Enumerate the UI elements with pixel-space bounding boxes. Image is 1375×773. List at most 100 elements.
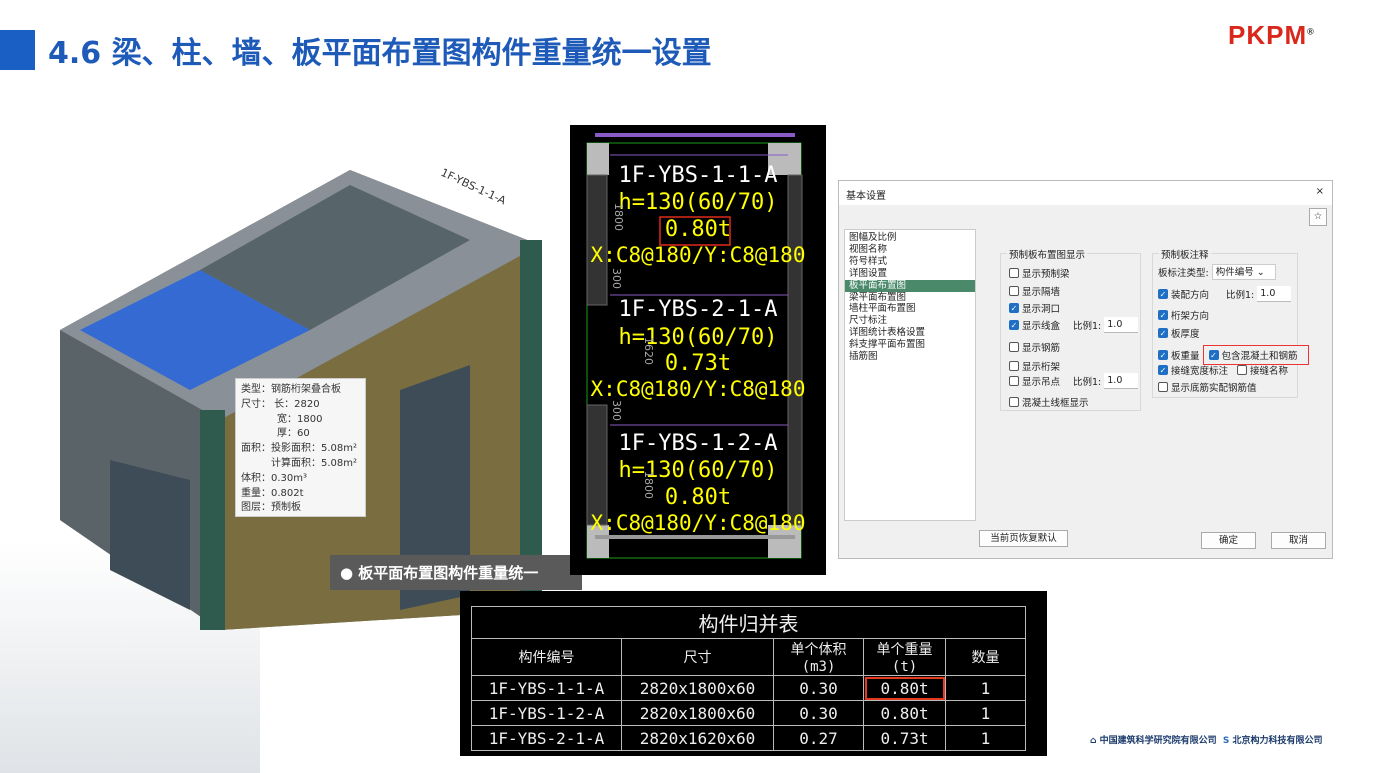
- close-icon[interactable]: ×: [1316, 186, 1324, 197]
- checkbox[interactable]: [1009, 376, 1019, 386]
- checkbox[interactable]: [1009, 397, 1019, 407]
- tooltip-layer: 图层：预制板: [241, 502, 301, 514]
- checkbox-label: 显示桁架: [1022, 362, 1061, 373]
- logo-mark: ®: [1307, 26, 1315, 37]
- annotation-type-select[interactable]: 构件编号 ⌄: [1211, 264, 1276, 280]
- cell-weight: 0.73t: [863, 725, 946, 751]
- checkbox-checked[interactable]: ✓: [1158, 310, 1168, 320]
- cell-volume: 0.27: [772, 725, 865, 751]
- star-button[interactable]: ☆: [1309, 208, 1327, 226]
- org-name: 北京构力科技有限公司: [1232, 736, 1323, 746]
- panel-rebar: X:C8@180/Y:C8@180: [590, 377, 806, 401]
- checkbox-checked[interactable]: ✓: [1158, 365, 1168, 375]
- checkbox-checked[interactable]: ✓: [1009, 303, 1019, 313]
- column-header: 构件编号: [471, 638, 622, 676]
- nav-item[interactable]: 斜支撑平面布置图: [845, 339, 975, 351]
- pkpm-s-logo-icon: S: [1222, 736, 1230, 746]
- panel-weight: 0.80t: [664, 485, 732, 510]
- checkbox[interactable]: [1009, 361, 1019, 371]
- checkbox[interactable]: [1009, 342, 1019, 352]
- cell-size: 2820x1620x60: [621, 725, 774, 751]
- group-legend: 预制板布置图显示: [1007, 247, 1088, 261]
- checkbox[interactable]: [1237, 365, 1248, 375]
- checkbox-label: 桁架方向: [1171, 311, 1210, 322]
- include-highlight: ✓ 包含混凝土和钢筋: [1202, 345, 1309, 365]
- nav-item-selected[interactable]: 板平面布置图: [845, 279, 975, 292]
- reset-default-button[interactable]: 当前页恢复默认: [979, 530, 1068, 547]
- footer-logos: ⌂ 中国建筑科学研究院有限公司 S 北京构力科技有限公司: [1090, 733, 1323, 746]
- dialog-title: 基本设置: [846, 191, 886, 202]
- cancel-button[interactable]: 取消: [1271, 532, 1326, 549]
- nav-item[interactable]: 梁平面布置图: [845, 292, 975, 304]
- settings-nav-list: 图幅及比例 视图名称 符号样式 详图设置 板平面布置图 梁平面布置图 墙柱平面布…: [844, 229, 976, 521]
- nav-item[interactable]: 插筋图: [845, 351, 975, 363]
- nav-item[interactable]: 图幅及比例: [845, 232, 975, 244]
- checkbox-checked[interactable]: ✓: [1208, 350, 1219, 360]
- checkbox-label: 板厚度: [1171, 329, 1200, 340]
- ok-button[interactable]: 确定: [1201, 532, 1256, 549]
- panel-id: 1F-YBS-1-1-A: [618, 163, 778, 188]
- checkbox-label: 接缝名称: [1250, 366, 1289, 377]
- cell-size: 2820x1800x60: [621, 675, 774, 701]
- cell-qty: 1: [945, 725, 1026, 751]
- tooltip-type: 类型：钢筋桁架叠合板: [241, 384, 341, 395]
- checkbox[interactable]: [1009, 268, 1019, 278]
- pkpm-logo: PKPM®: [1228, 20, 1315, 51]
- table-row: 1F-YBS-2-1-A 2820x1620x60 0.27 0.73t 1: [471, 725, 1026, 751]
- scale-label: 比例1:: [1226, 290, 1255, 301]
- checkbox-label: 混凝土线框显示: [1022, 398, 1089, 409]
- nav-item[interactable]: 尺寸标注: [845, 315, 975, 327]
- checkbox-label: 显示底筋实配钢筋值: [1171, 383, 1257, 394]
- panel-weight: 0.73t: [664, 351, 732, 376]
- scale-input[interactable]: 1.0: [1257, 286, 1292, 302]
- org-name: 中国建筑科学研究院有限公司: [1099, 736, 1217, 746]
- table-row: 1F-YBS-1-1-A 2820x1800x60 0.30 0.80t 1: [471, 675, 1026, 701]
- checkbox[interactable]: [1009, 286, 1019, 296]
- checkbox-checked[interactable]: ✓: [1009, 320, 1019, 330]
- dimension-text: 1620: [642, 337, 655, 365]
- model-label: 1F-YBS-1-1-A: [439, 166, 509, 208]
- title-accent-bar: [0, 30, 35, 70]
- nav-item[interactable]: 视图名称: [845, 244, 975, 256]
- cell-id: 1F-YBS-1-2-A: [471, 700, 622, 726]
- tooltip-width: 宽：1800: [277, 413, 323, 425]
- cell-id: 1F-YBS-1-1-A: [471, 675, 622, 701]
- nav-item[interactable]: 符号样式: [845, 256, 975, 268]
- cell-size: 2820x1800x60: [621, 700, 774, 726]
- select-value: 构件编号: [1215, 267, 1254, 278]
- cell-weight: 0.80t: [863, 700, 946, 726]
- cad-plan-view: 1F-YBS-1-1-A h=130(60/70) 0.80t X:C8@180…: [570, 125, 826, 575]
- cell-qty: 1: [945, 675, 1026, 701]
- checkbox-checked[interactable]: ✓: [1158, 350, 1168, 360]
- column-header: 尺寸: [621, 638, 774, 676]
- scale-input[interactable]: 1.0: [1104, 373, 1139, 389]
- tooltip-weight: 重量：0.802t: [241, 487, 304, 499]
- cell-id: 1F-YBS-2-1-A: [471, 725, 622, 751]
- scale-label: 比例1:: [1073, 377, 1102, 388]
- panel-rebar: X:C8@180/Y:C8@180: [590, 511, 806, 535]
- checkbox-checked[interactable]: ✓: [1158, 289, 1168, 299]
- cell-weight-highlighted: 0.80t: [863, 675, 946, 701]
- dialog-titlebar: 基本设置 ×: [839, 181, 1332, 205]
- component-merge-table: 构件归并表 构件编号 尺寸 单个体积(m3) 单个重量(t) 数量 1F-YBS…: [460, 591, 1047, 756]
- checkbox[interactable]: [1158, 382, 1168, 392]
- checkbox-label: 显示预制梁: [1022, 269, 1070, 280]
- column-header: 数量: [945, 638, 1026, 676]
- nav-item[interactable]: 详图设置: [845, 268, 975, 280]
- nav-item[interactable]: 墙柱平面布置图: [845, 303, 975, 315]
- checkbox-label: 显示吊点: [1022, 377, 1061, 388]
- nav-item[interactable]: 详图统计表格设置: [845, 327, 975, 339]
- dimension-text: 1800: [642, 471, 655, 499]
- panel-id: 1F-YBS-2-1-A: [618, 297, 778, 322]
- panel-height: h=130(60/70): [618, 458, 778, 483]
- tooltip-calc-area: 计算面积：5.08m²: [271, 457, 358, 469]
- panel-weight: 0.80t: [664, 217, 732, 242]
- page-title: 4.6 梁、柱、墙、板平面布置图构件重量统一设置: [48, 36, 712, 71]
- panel-id: 1F-YBS-1-2-A: [618, 431, 778, 456]
- dimension-text: 1800: [612, 203, 625, 231]
- cabr-logo-icon: ⌂: [1090, 736, 1097, 746]
- checkbox-checked[interactable]: ✓: [1158, 328, 1168, 338]
- checkbox-label: 装配方向: [1171, 290, 1210, 301]
- column-header: 单个重量(t): [863, 638, 946, 676]
- scale-input[interactable]: 1.0: [1104, 317, 1139, 333]
